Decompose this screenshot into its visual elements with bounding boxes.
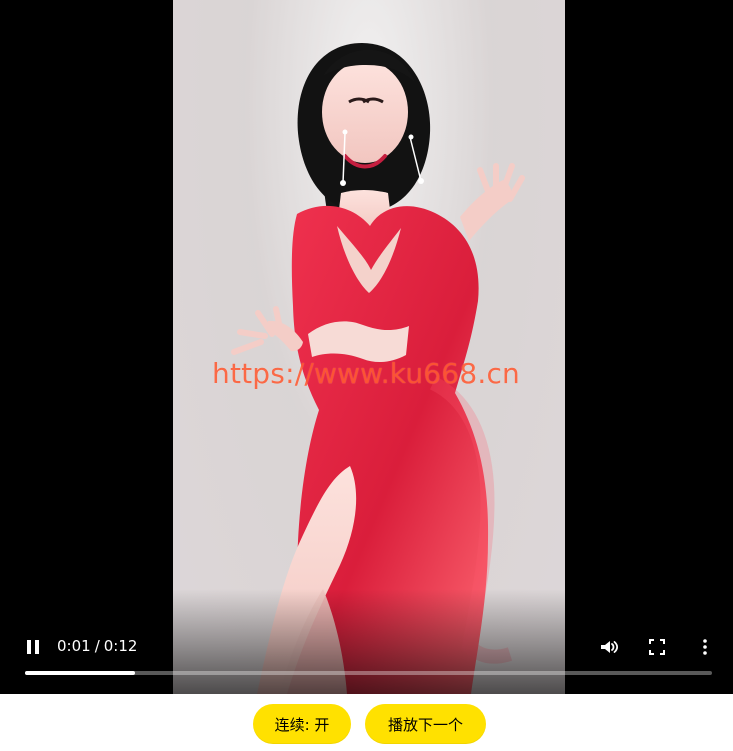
video-frame	[173, 0, 565, 694]
progress-bar[interactable]	[25, 671, 712, 675]
fullscreen-button[interactable]	[645, 635, 669, 659]
fullscreen-icon	[649, 639, 665, 655]
video-controls: 0:01/0:12	[0, 625, 733, 685]
progress-fill	[25, 671, 135, 675]
duration-time: 0:12	[103, 637, 138, 655]
play-pause-button[interactable]	[21, 635, 45, 659]
volume-button[interactable]	[597, 635, 621, 659]
pause-icon	[27, 640, 39, 654]
time-display: 0:01/0:12	[57, 637, 137, 655]
video-thumbnail	[173, 0, 565, 694]
time-separator: /	[94, 637, 100, 655]
bottom-action-bar: 连续: 开 播放下一个	[0, 694, 733, 751]
video-page: https://www.ku668.cn 0:01/0:12 连续: 开 播放下…	[0, 0, 733, 751]
video-player[interactable]: https://www.ku668.cn 0:01/0:12	[0, 0, 733, 694]
more-vertical-icon	[703, 639, 707, 655]
current-time: 0:01	[57, 637, 91, 655]
more-options-button[interactable]	[693, 635, 717, 659]
video-watermark: https://www.ku668.cn	[212, 357, 520, 390]
volume-icon	[601, 641, 619, 653]
continuous-play-button[interactable]: 连续: 开	[253, 704, 351, 744]
play-next-button[interactable]: 播放下一个	[365, 704, 486, 744]
